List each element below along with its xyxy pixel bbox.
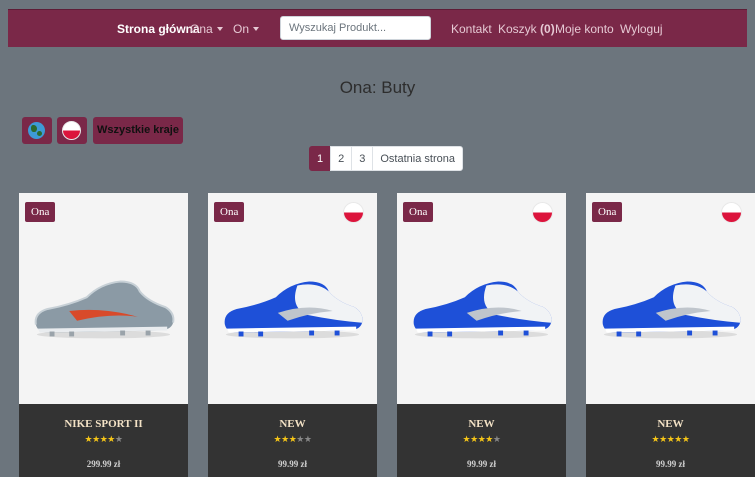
star-filled-icon: ★: [273, 434, 282, 444]
product-card[interactable]: Ona NEW ★★★★★ 99.99 zł: [208, 193, 377, 477]
nav-contact-link[interactable]: Kontakt: [451, 10, 492, 48]
product-card[interactable]: Ona NEW ★★★★★ 99.99 zł: [586, 193, 755, 477]
category-badge: Ona: [25, 202, 56, 222]
cart-label: Koszyk: [498, 22, 537, 36]
product-info: NEW ★★★★★ 99.99 zł: [397, 404, 566, 477]
star-filled-icon: ★: [107, 434, 115, 444]
product-price: 99.99 zł: [467, 459, 496, 469]
product-image-area[interactable]: Ona: [397, 193, 566, 404]
product-name[interactable]: NEW: [208, 418, 377, 430]
product-info: NIKE SPORT II ★★★★★ 299.99 zł: [19, 404, 188, 477]
product-name[interactable]: NEW: [586, 418, 755, 430]
search-input[interactable]: [280, 16, 431, 40]
rating-stars: ★★★★★: [397, 434, 566, 445]
rating-stars: ★★★★★: [586, 434, 755, 445]
product-price: 299.99 zł: [86, 459, 121, 469]
category-badge: Ona: [214, 202, 245, 222]
star-empty-icon: ★: [296, 434, 304, 444]
page-link-1[interactable]: 1: [309, 146, 332, 171]
category-badge: Ona: [592, 202, 623, 222]
filter-poland-button[interactable]: [57, 117, 87, 144]
star-filled-icon: ★: [470, 434, 478, 444]
filter-world-button[interactable]: [22, 117, 52, 144]
nav-ona-label: Ona: [190, 22, 213, 36]
star-filled-icon: ★: [485, 434, 493, 444]
star-empty-icon: ★: [114, 434, 123, 444]
globe-icon: [28, 122, 45, 139]
cart-count: (0): [540, 22, 555, 36]
product-image-area[interactable]: Ona: [19, 193, 188, 404]
nav-account-link[interactable]: Moje konto: [555, 10, 614, 48]
poland-flag-icon: [62, 121, 81, 140]
product-price: 99.99 zł: [656, 459, 685, 469]
category-badge: Ona: [403, 202, 434, 222]
star-empty-icon: ★: [492, 434, 501, 444]
product-card[interactable]: Ona NEW ★★★★★ 99.99 zł: [397, 193, 566, 477]
star-filled-icon: ★: [651, 434, 660, 444]
star-filled-icon: ★: [659, 434, 667, 444]
product-name[interactable]: NEW: [397, 418, 566, 430]
page-link-last[interactable]: Ostatnia strona: [372, 146, 463, 171]
caret-down-icon: [216, 27, 223, 31]
nav-on-dropdown[interactable]: On: [233, 10, 260, 48]
poland-flag-icon: [721, 202, 742, 223]
caret-down-icon: [253, 27, 260, 31]
page-link-3[interactable]: 3: [351, 146, 374, 171]
football-boot-image: [224, 281, 363, 339]
top-navbar: Strona główna Ona On Kontakt Koszyk (0) …: [8, 9, 747, 47]
star-filled-icon: ★: [674, 434, 682, 444]
star-filled-icon: ★: [84, 434, 93, 444]
product-price: 99.99 zł: [278, 459, 307, 469]
nav-ona-dropdown[interactable]: Ona: [190, 10, 223, 48]
nav-logout-link[interactable]: Wyloguj: [620, 10, 663, 48]
poland-flag-icon: [343, 202, 364, 223]
page-link-2[interactable]: 2: [330, 146, 353, 171]
star-filled-icon: ★: [681, 434, 690, 444]
star-empty-icon: ★: [303, 434, 312, 444]
product-info: NEW ★★★★★ 99.99 zł: [208, 404, 377, 477]
product-info: NEW ★★★★★ 99.99 zł: [586, 404, 755, 477]
pagination: 1 2 3 Ostatnia strona: [309, 146, 463, 171]
poland-flag-icon: [532, 202, 553, 223]
product-name[interactable]: NIKE SPORT II: [19, 418, 188, 430]
rating-stars: ★★★★★: [208, 434, 377, 445]
star-filled-icon: ★: [281, 434, 289, 444]
football-boot-image: [413, 281, 552, 339]
all-countries-button[interactable]: Wszystkie kraje: [93, 117, 183, 144]
nav-cart-link[interactable]: Koszyk (0): [498, 10, 555, 48]
rating-stars: ★★★★★: [19, 434, 188, 445]
star-filled-icon: ★: [92, 434, 100, 444]
football-boot-image: [602, 281, 741, 339]
page-title: Ona: Buty: [339, 78, 416, 97]
football-boot-image: [34, 280, 175, 339]
product-image-area[interactable]: Ona: [586, 193, 755, 404]
star-filled-icon: ★: [462, 434, 471, 444]
nav-on-label: On: [233, 22, 250, 36]
product-image-area[interactable]: Ona: [208, 193, 377, 404]
nav-home-link[interactable]: Strona główna: [117, 10, 200, 48]
product-card[interactable]: Ona NIKE SPORT II ★★★★★ 299.99 zł: [19, 193, 188, 477]
